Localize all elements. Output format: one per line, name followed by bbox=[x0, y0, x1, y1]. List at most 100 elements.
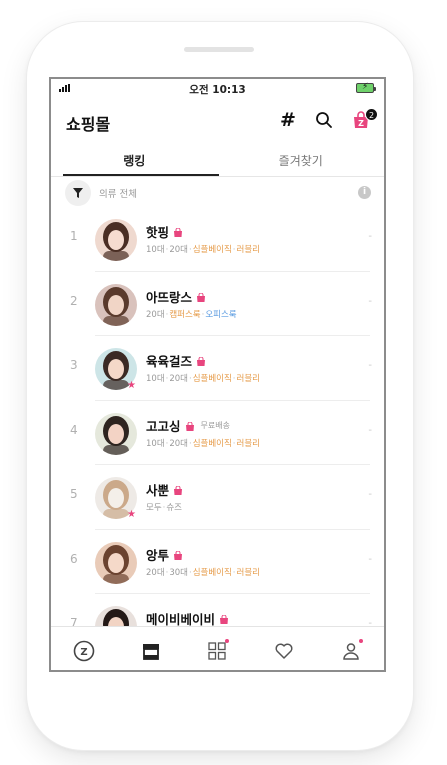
store-row[interactable]: 3 ★ 육육걸즈 10대·20대·심플베이직·러블리 - bbox=[51, 336, 384, 401]
rank-number: 5 bbox=[70, 487, 78, 501]
rank-number: 2 bbox=[70, 293, 78, 308]
store-name: 핫핑 bbox=[146, 225, 170, 240]
store-avatar[interactable] bbox=[95, 412, 137, 455]
store-row[interactable]: 5 ★ 사뿐 모두·슈즈 - bbox=[51, 465, 384, 530]
status-bar: 오전 10:13 ⚡ bbox=[51, 79, 384, 99]
rank-change-indicator: - bbox=[368, 424, 372, 436]
tag-separator: · bbox=[165, 245, 169, 255]
store-tags: 10대·20대·심플베이직·러블리 bbox=[146, 372, 260, 384]
nav-store[interactable] bbox=[131, 631, 171, 671]
store-tag: 심플베이직 bbox=[192, 438, 232, 449]
shop-badge-icon bbox=[197, 357, 206, 366]
store-name: 육육걸즈 bbox=[146, 354, 193, 369]
tag-separator: · bbox=[188, 245, 192, 255]
store-name: 메이비베이비 bbox=[146, 612, 216, 626]
page-title: 쇼핑몰 bbox=[66, 115, 111, 134]
tag-separator: · bbox=[165, 567, 169, 578]
nav-profile[interactable] bbox=[331, 631, 371, 671]
rank-number: 1 bbox=[70, 229, 78, 243]
battery-icon: ⚡ bbox=[356, 82, 376, 93]
filter-button[interactable] bbox=[65, 180, 91, 206]
category-grid-icon bbox=[208, 641, 227, 660]
info-icon[interactable]: i bbox=[358, 186, 371, 199]
svg-text:Z: Z bbox=[358, 119, 364, 128]
nav-category[interactable] bbox=[197, 631, 237, 671]
store-avatar[interactable] bbox=[95, 606, 137, 626]
store-name-line: 메이비베이비 bbox=[146, 609, 229, 626]
tag-separator: · bbox=[165, 374, 169, 384]
rank-number: 7 bbox=[70, 616, 78, 626]
store-tags: 20대·캠퍼스룩·오피스룩 bbox=[146, 308, 237, 320]
tag-separator: · bbox=[232, 438, 236, 449]
store-row[interactable]: 4 고고싱 무료배송 10대·20대·심플베이직·러블리 - bbox=[51, 401, 384, 465]
tag-separator: · bbox=[188, 438, 192, 449]
tag-separator: · bbox=[232, 245, 236, 255]
store-avatar[interactable] bbox=[95, 283, 137, 326]
star-icon: ★ bbox=[127, 380, 136, 391]
nav-favorites[interactable] bbox=[264, 631, 304, 671]
store-avatar[interactable] bbox=[95, 541, 137, 584]
star-icon: ★ bbox=[127, 509, 136, 520]
store-tag: 모두 bbox=[146, 503, 162, 513]
app-screen: 오전 10:13 ⚡ 쇼핑몰 # Z 2 랭킹 즐겨찾기 의류 전체 i 1 핫… bbox=[49, 77, 386, 672]
store-tag: 캠퍼스룩 bbox=[169, 309, 201, 320]
store-tag: 20대 bbox=[169, 374, 188, 384]
store-row[interactable]: 7 메이비베이비 - bbox=[51, 594, 384, 626]
shop-badge-icon bbox=[220, 615, 229, 624]
store-name: 앙투 bbox=[146, 547, 170, 563]
store-tags: 10대·20대·심플베이직·러블리 bbox=[146, 243, 260, 255]
nav-home[interactable]: Z bbox=[64, 631, 104, 671]
tag-separator: · bbox=[201, 309, 205, 320]
store-tag: 10대 bbox=[146, 438, 165, 449]
shop-badge-icon bbox=[174, 228, 183, 237]
store-avatar[interactable] bbox=[95, 219, 137, 261]
tab-active-indicator bbox=[63, 174, 219, 176]
store-tag: 20대 bbox=[169, 245, 188, 255]
store-row[interactable]: 2 아뜨랑스 20대·캠퍼스룩·오피스룩 - bbox=[51, 272, 384, 336]
tab-ranking[interactable]: 랭킹 bbox=[51, 141, 218, 177]
store-tag: 심플베이직 bbox=[192, 374, 232, 384]
rank-number: 3 bbox=[70, 358, 78, 372]
store-tag: 10대 bbox=[146, 245, 165, 255]
store-row[interactable]: 1 핫핑 10대·20대·심플베이직·러블리 - bbox=[51, 207, 384, 272]
store-tag: 10대 bbox=[146, 374, 165, 384]
free-shipping-label: 무료배송 bbox=[200, 420, 230, 430]
tag-separator: · bbox=[162, 503, 166, 513]
store-name-line: 핫핑 bbox=[146, 222, 183, 241]
store-tags: 20대·30대·심플베이직·러블리 bbox=[146, 566, 260, 578]
filter-label[interactable]: 의류 전체 bbox=[99, 186, 137, 200]
store-tag: 러블리 bbox=[236, 438, 260, 449]
search-icon[interactable] bbox=[315, 111, 333, 133]
shop-badge-icon bbox=[185, 421, 194, 431]
rank-change-indicator: - bbox=[368, 553, 372, 565]
store-name: 사뿐 bbox=[146, 483, 170, 498]
tab-favorites[interactable]: 즐겨찾기 bbox=[218, 141, 385, 177]
svg-text:Z: Z bbox=[81, 647, 88, 658]
heart-icon bbox=[275, 643, 293, 659]
filter-icon bbox=[73, 188, 83, 198]
profile-notification-dot bbox=[358, 638, 363, 643]
profile-icon bbox=[342, 642, 359, 660]
hashtag-icon[interactable]: # bbox=[280, 109, 296, 131]
store-name: 고고싱 bbox=[146, 418, 181, 434]
tab-bar: 랭킹 즐겨찾기 bbox=[51, 141, 384, 177]
store-tag: 30대 bbox=[169, 567, 188, 578]
rank-number: 6 bbox=[70, 551, 78, 566]
store-tags: 10대·20대·심플베이직·러블리 bbox=[146, 437, 260, 449]
rank-change-indicator: - bbox=[368, 295, 372, 307]
rank-change-indicator: - bbox=[368, 360, 372, 371]
store-name-line: 아뜨랑스 bbox=[146, 287, 206, 306]
store-row[interactable]: 6 앙투 20대·30대·심플베이직·러블리 - bbox=[51, 530, 384, 594]
tag-separator: · bbox=[188, 567, 192, 578]
store-tag: 20대 bbox=[169, 438, 188, 449]
tag-separator: · bbox=[232, 567, 236, 578]
store-icon bbox=[142, 643, 159, 660]
app-bar: 쇼핑몰 # Z 2 bbox=[51, 99, 384, 141]
store-tag: 20대 bbox=[146, 567, 165, 578]
store-tag: 20대 bbox=[146, 309, 165, 320]
rank-change-indicator: - bbox=[368, 489, 372, 500]
category-notification-dot bbox=[225, 638, 230, 643]
shop-badge-icon bbox=[174, 550, 183, 560]
store-name: 아뜨랑스 bbox=[146, 289, 193, 305]
shop-badge-icon bbox=[197, 292, 206, 302]
